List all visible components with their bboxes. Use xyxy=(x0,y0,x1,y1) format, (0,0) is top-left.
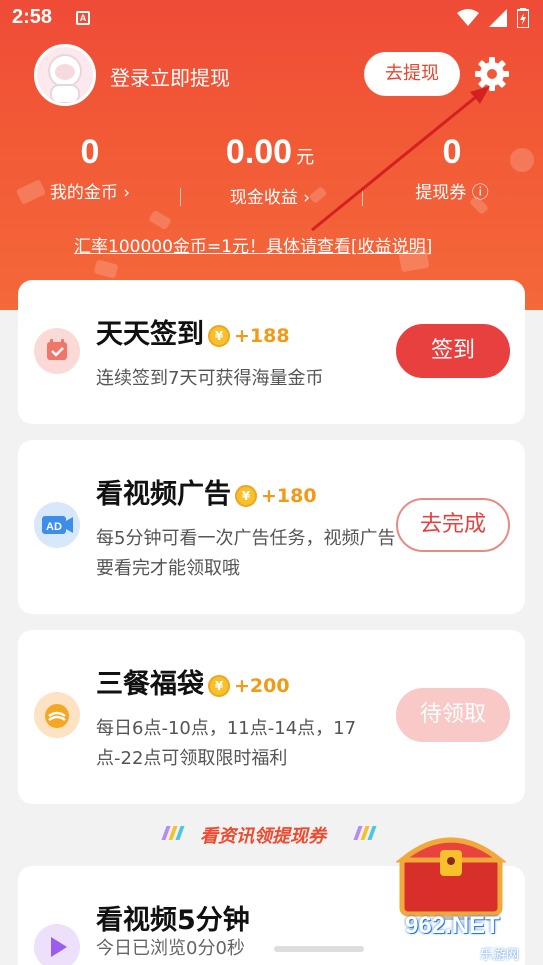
task-title: 天天签到 xyxy=(96,319,204,350)
watermark-logo: 962.NET xyxy=(405,912,500,939)
task-title: 看视频广告 xyxy=(96,479,231,510)
task-card-meal-bag: 三餐福袋 ¥ +200 每日6点-10点，11点-14点，17点-22点可领取限时福… xyxy=(18,630,525,804)
lucky-bag-icon xyxy=(34,692,80,738)
coin-icon: ¥ xyxy=(208,324,230,347)
task-description: 连续签到7天可获得海量金币 xyxy=(96,368,324,389)
task-card-checkin: 天天签到 ¥ +188 连续签到7天可获得海量金币 签到 xyxy=(18,280,525,424)
coin-icon: ¥ xyxy=(235,484,257,507)
watermark-caption: 乐游网 xyxy=(480,948,520,963)
ad-label: AD xyxy=(46,521,62,533)
ad-video-icon: AD xyxy=(34,502,80,548)
task-description: 每5分钟可看一次广告任务，视频广告要看完才能领取哦 xyxy=(96,528,396,579)
coin-icon: ¥ xyxy=(208,674,230,697)
decorative-stripes xyxy=(353,826,377,840)
task-reward: +200 xyxy=(234,674,290,697)
calendar-icon xyxy=(34,328,80,374)
task-reward: +180 xyxy=(261,484,317,507)
news-banner: 看资讯领提现券 xyxy=(200,826,326,847)
play-icon xyxy=(34,924,80,965)
task-title: 三餐福袋 xyxy=(96,669,204,700)
pending-claim-button[interactable]: 待领取 xyxy=(396,688,510,742)
task-reward: +188 xyxy=(234,324,290,347)
task-title: 看视频5分钟 xyxy=(96,905,250,936)
treasure-chest-icon[interactable] xyxy=(396,820,506,920)
decorative-stripes xyxy=(161,826,185,840)
complete-button[interactable]: 去完成 xyxy=(396,498,510,552)
checkin-button[interactable]: 签到 xyxy=(396,324,510,378)
task-card-video-ads: AD 看视频广告 ¥ +180 每5分钟可看一次广告任务，视频广告要看完才能领取哦 … xyxy=(18,440,525,614)
task-description: 每日6点-10点，11点-14点，17点-22点可领取限时福利 xyxy=(96,718,357,769)
progress-bar xyxy=(274,946,364,952)
arrow-annotation xyxy=(311,86,490,232)
